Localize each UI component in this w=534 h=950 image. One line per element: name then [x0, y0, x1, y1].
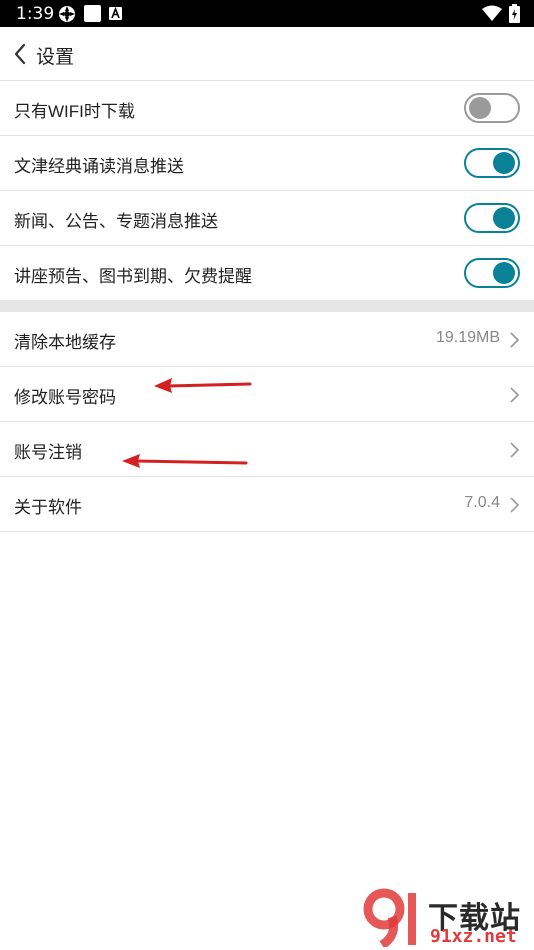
toggle-row-news-push: 新闻、公告、专题消息推送 — [0, 191, 534, 246]
item-label: 账号注销 — [14, 443, 82, 462]
version-value: 7.0.4 — [464, 494, 500, 511]
switch-knob — [493, 207, 515, 229]
chevron-right-icon — [510, 387, 520, 403]
toggle-row-reminders: 讲座预告、图书到期、欠费提醒 — [0, 246, 534, 300]
toggle-label: 文津经典诵读消息推送 — [14, 157, 184, 176]
91-logo-icon — [363, 888, 416, 947]
chevron-right-icon — [510, 442, 520, 458]
toggle-label: 讲座预告、图书到期、欠费提醒 — [14, 267, 252, 286]
section-divider — [0, 300, 534, 312]
header-bar: 设置 — [0, 27, 534, 81]
news-push-switch[interactable] — [464, 203, 520, 233]
toggle-row-classics-reading-push: 文津经典诵读消息推送 — [0, 136, 534, 191]
switch-knob — [493, 152, 515, 174]
battery-charging-icon — [509, 4, 520, 23]
classics-reading-push-switch[interactable] — [464, 148, 520, 178]
square-notification-icon — [84, 5, 101, 22]
item-label: 清除本地缓存 — [14, 333, 116, 352]
change-password-item[interactable]: 修改账号密码 — [0, 367, 534, 422]
clear-cache-item[interactable]: 清除本地缓存 19.19MB — [0, 312, 534, 367]
item-label: 关于软件 — [14, 498, 82, 517]
wifi-icon — [482, 5, 502, 21]
chevron-right-icon — [510, 332, 520, 348]
about-software-item[interactable]: 关于软件 7.0.4 — [0, 477, 534, 532]
wifi-only-download-switch[interactable] — [464, 93, 520, 123]
item-label: 修改账号密码 — [14, 388, 116, 407]
account-cancellation-item[interactable]: 账号注销 — [0, 422, 534, 477]
settings-gear-icon — [59, 6, 75, 22]
reminders-switch[interactable] — [464, 258, 520, 288]
cache-size-value: 19.19MB — [435, 329, 500, 346]
chevron-right-icon — [510, 497, 520, 513]
toggle-row-wifi-only-download: 只有WIFI时下载 — [0, 81, 534, 136]
switch-knob — [493, 262, 515, 284]
annotation-arrow-icon — [154, 378, 252, 393]
annotation-arrow-icon — [122, 454, 248, 468]
toggle-label: 只有WIFI时下载 — [14, 102, 135, 121]
toggle-label: 新闻、公告、专题消息推送 — [14, 212, 218, 231]
chevron-left-icon[interactable] — [10, 41, 30, 67]
status-time: 1:39 — [16, 4, 55, 24]
switch-knob — [469, 97, 491, 119]
a-notification-icon — [109, 7, 122, 20]
page-title: 设置 — [36, 47, 75, 68]
watermark-domain: 91xz.net — [430, 926, 517, 947]
status-bar: 1:39 — [0, 0, 534, 27]
